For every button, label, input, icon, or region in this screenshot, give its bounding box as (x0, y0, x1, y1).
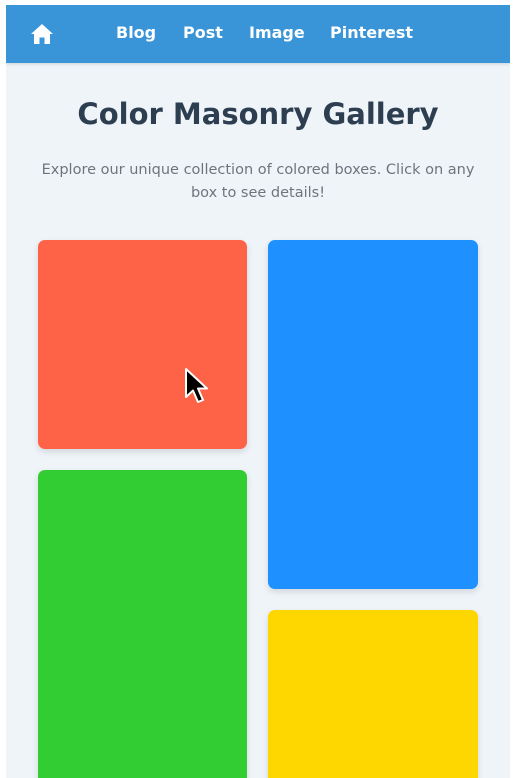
home-icon (31, 24, 53, 44)
pointer-arrow-icon (185, 368, 208, 403)
page-title: Color Masonry Gallery (77, 97, 439, 131)
color-box-dodgerblue[interactable] (268, 240, 478, 589)
nav-link-post[interactable]: Post (183, 5, 223, 63)
nav-link-pinterest[interactable]: Pinterest (330, 5, 413, 63)
nav-link-image[interactable]: Image (249, 5, 305, 63)
page-subtitle: Explore our unique collection of colored… (41, 162, 475, 201)
color-box-gold[interactable] (268, 610, 478, 778)
home-link[interactable] (30, 23, 54, 45)
color-box-limegreen[interactable] (38, 470, 247, 778)
color-box-tomato[interactable] (38, 240, 247, 449)
nav-link-blog[interactable]: Blog (116, 5, 156, 63)
app-window: Blog Post Image Pinterest Color Masonry … (6, 5, 510, 778)
top-navbar: Blog Post Image Pinterest (6, 5, 510, 63)
